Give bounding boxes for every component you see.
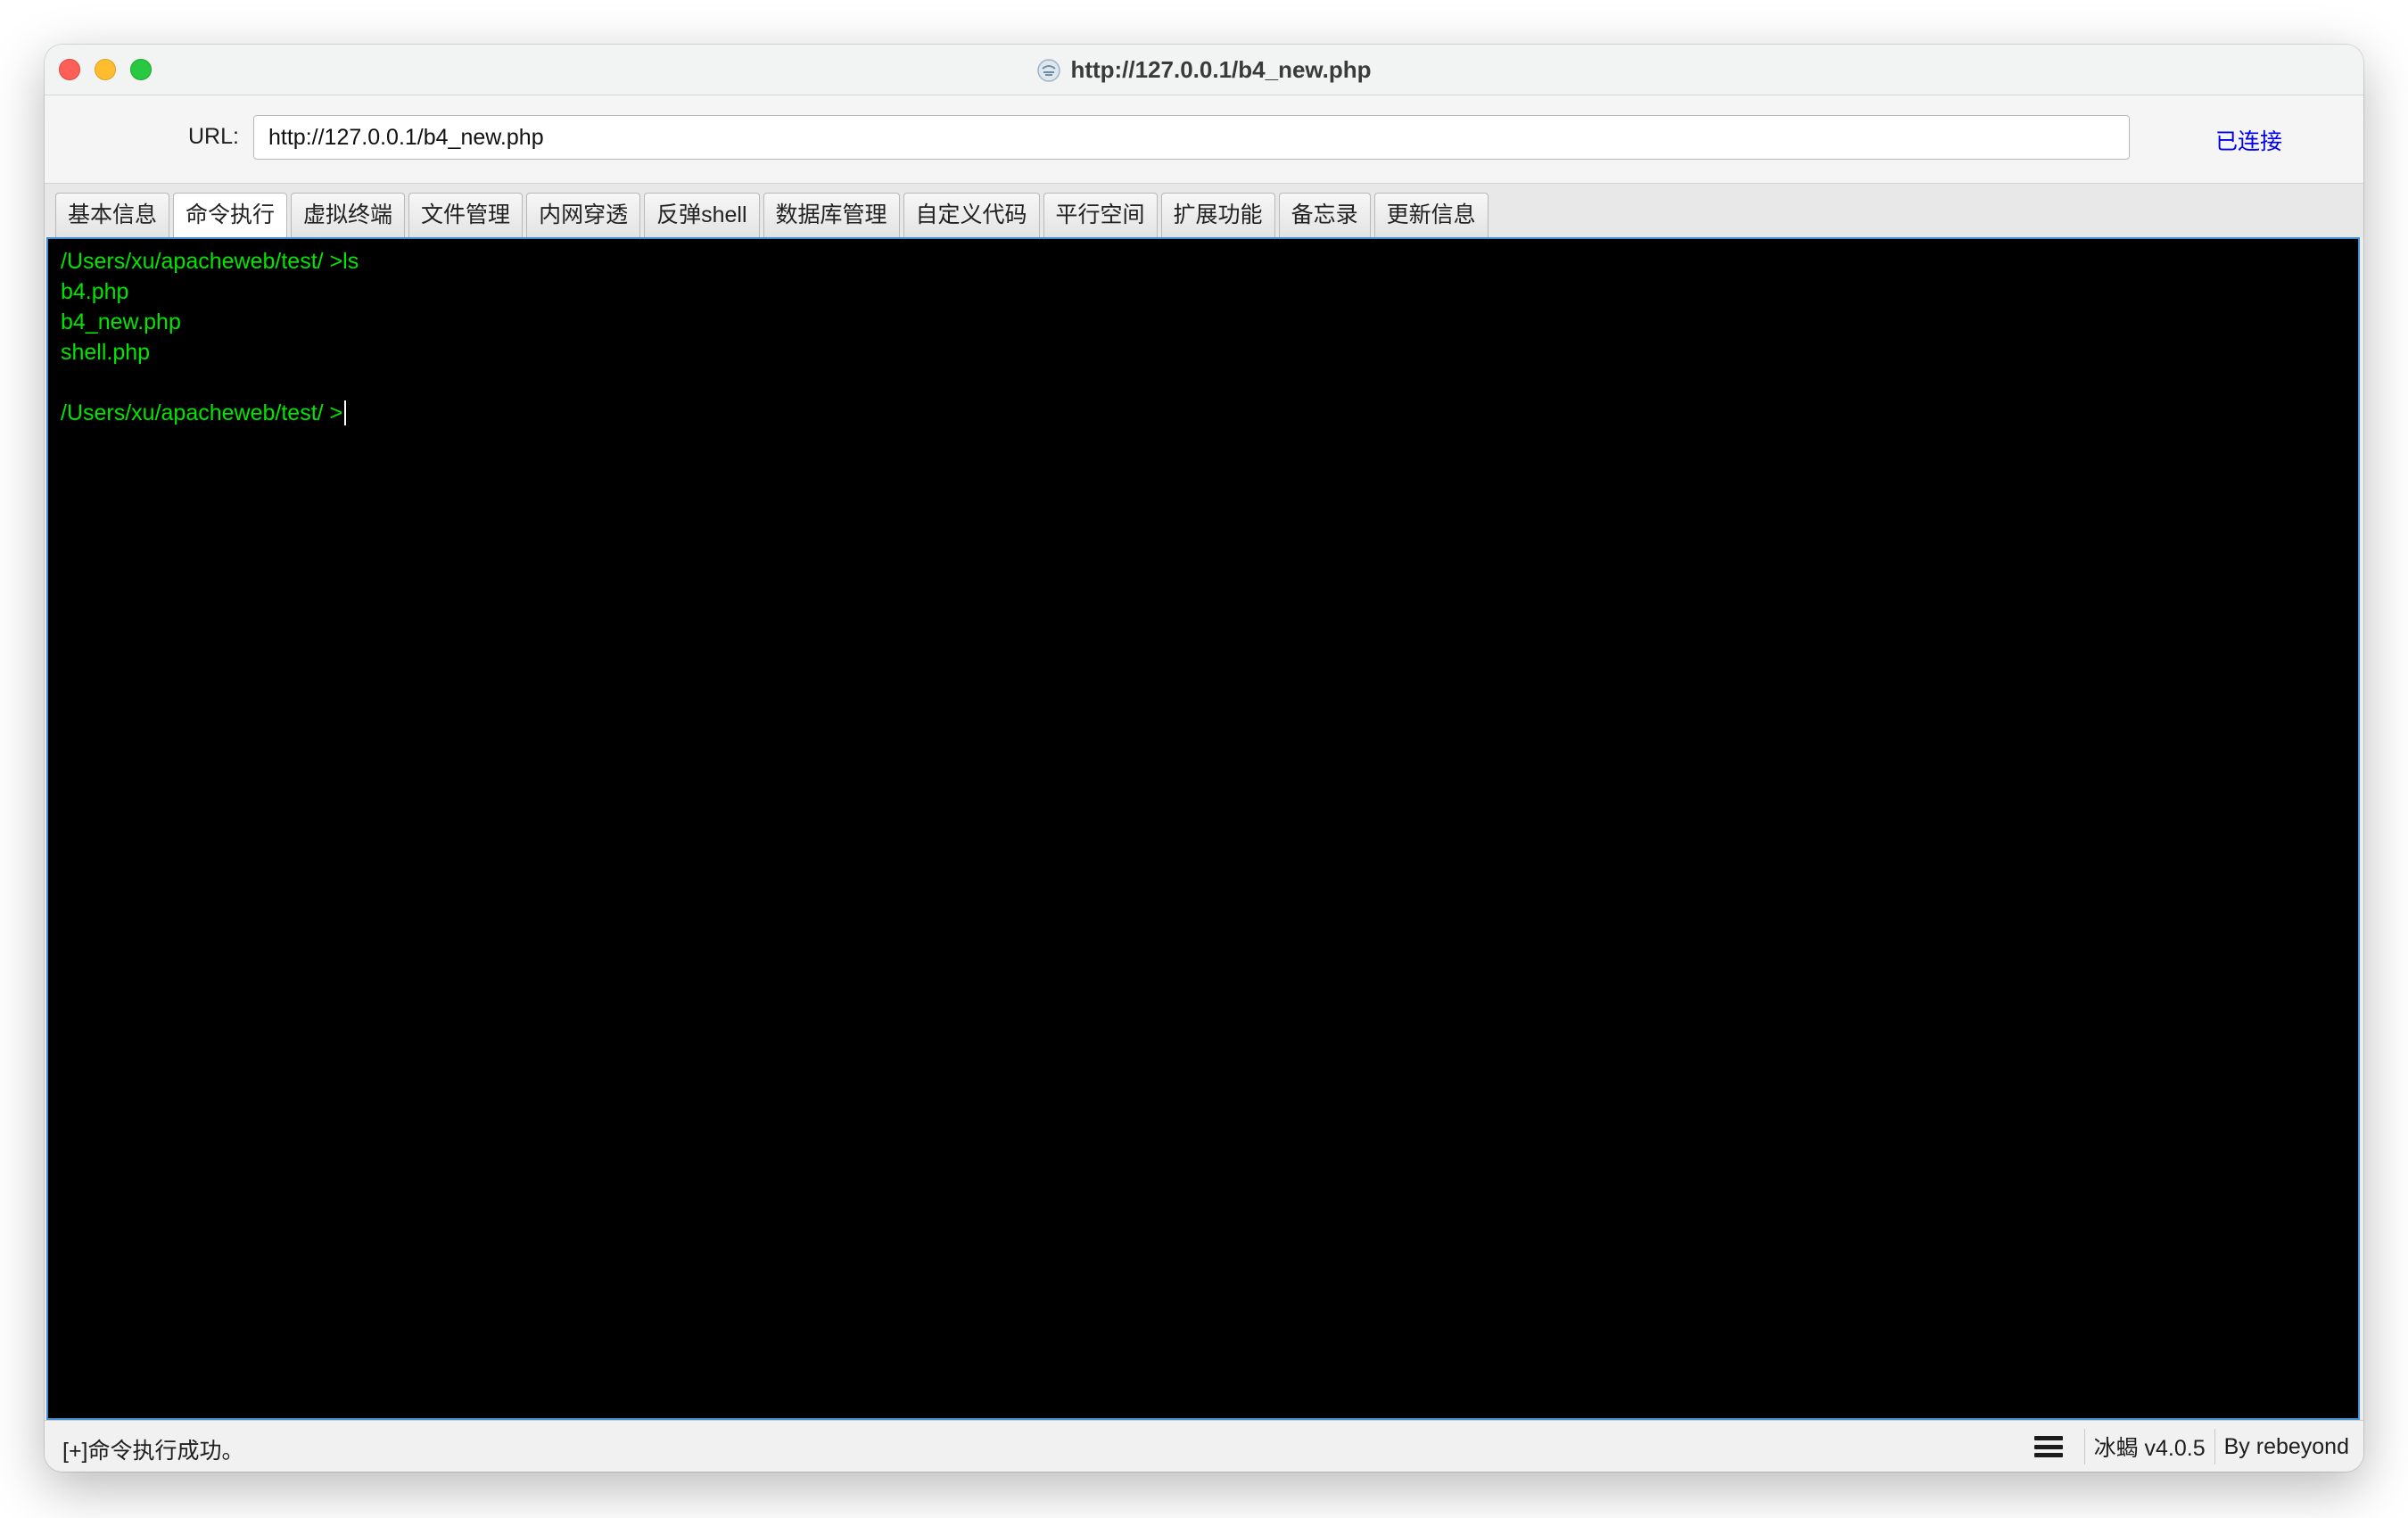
status-bar: [+]命令执行成功。 冰蝎 v4.0.5 By rebeyond [45, 1420, 2363, 1472]
text-cursor [344, 400, 347, 425]
status-right-group: 冰蝎 v4.0.5 By rebeyond [2033, 1421, 2349, 1472]
app-window: http://127.0.0.1/b4_new.php URL: 已连接 基本信… [45, 45, 2363, 1472]
tab-basic-info[interactable]: 基本信息 [55, 193, 170, 237]
status-divider [2083, 1429, 2085, 1464]
tab-intranet-tunnel[interactable]: 内网穿透 [526, 193, 641, 237]
tab-memo[interactable]: 备忘录 [1278, 193, 1371, 237]
terminal-line: b4_new.php [61, 309, 181, 334]
tab-list: 基本信息 命令执行 虚拟终端 文件管理 内网穿透 反弹shell 数据库管理 自… [55, 193, 1489, 239]
terminal-line: b4.php [61, 279, 129, 304]
url-input[interactable] [253, 115, 2130, 160]
terminal-prompt-line[interactable]: /Users/xu/apacheweb/test/ > [61, 398, 2346, 428]
terminal-line: /Users/xu/apacheweb/test/ >ls [61, 249, 359, 274]
version-label: 冰蝎 v4.0.5 [2093, 1436, 2206, 1461]
tab-reverse-shell[interactable]: 反弹shell [644, 193, 760, 237]
author-label: By rebeyond [2223, 1433, 2349, 1459]
window-title: http://127.0.0.1/b4_new.php [45, 45, 2363, 95]
tab-custom-code[interactable]: 自定义代码 [903, 193, 1040, 237]
url-label: URL: [188, 124, 239, 149]
tab-file-manager[interactable]: 文件管理 [408, 193, 524, 237]
tab-command-exec[interactable]: 命令执行 [173, 193, 288, 239]
tab-database-manager[interactable]: 数据库管理 [763, 193, 900, 237]
tab-update-info[interactable]: 更新信息 [1373, 193, 1489, 237]
terminal-prompt: /Users/xu/apacheweb/test/ > [61, 400, 343, 425]
tab-parallel-space[interactable]: 平行空间 [1043, 193, 1158, 237]
status-message: [+]命令执行成功。 [62, 1439, 244, 1464]
tab-virtual-terminal[interactable]: 虚拟终端 [291, 193, 406, 237]
title-bar[interactable]: http://127.0.0.1/b4_new.php [45, 45, 2363, 95]
command-terminal[interactable]: /Users/xu/apacheweb/test/ >ls b4.php b4_… [46, 237, 2360, 1420]
status-divider [2214, 1429, 2215, 1464]
terminal-line: shell.php [61, 340, 151, 365]
window-title-text: http://127.0.0.1/b4_new.php [1070, 56, 1372, 83]
connection-status-link[interactable]: 已连接 [2215, 124, 2282, 156]
tab-extensions[interactable]: 扩展功能 [1160, 193, 1275, 237]
url-bar: URL: 已连接 [45, 95, 2363, 184]
tab-strip: 基本信息 命令执行 虚拟终端 文件管理 内网穿透 反弹shell 数据库管理 自… [45, 184, 2363, 239]
menu-lines-icon[interactable] [2033, 1436, 2063, 1457]
ice-scorpion-icon [1037, 59, 1061, 82]
